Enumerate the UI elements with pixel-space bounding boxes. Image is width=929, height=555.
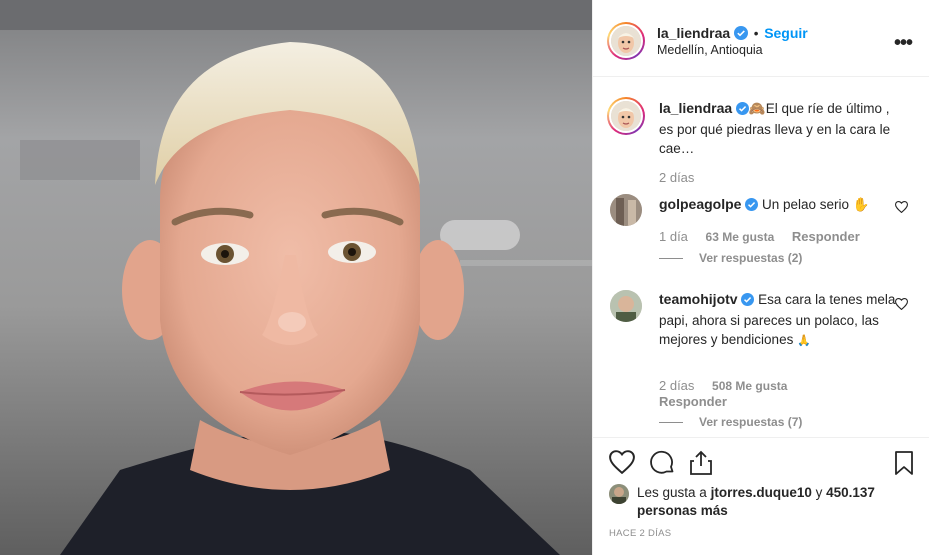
caption-text-block: la_liendraa 🙈El que ríe de último , es p… — [659, 99, 905, 158]
comment-reply-button[interactable]: Responder — [659, 394, 727, 409]
comment-meta: 2 días 508 Me gusta Responder — [659, 378, 869, 410]
comment-avatar[interactable] — [610, 290, 642, 322]
verified-icon — [741, 292, 755, 311]
heart-icon[interactable] — [609, 450, 635, 477]
replies-divider — [659, 258, 683, 260]
comment-emoji: 🙏 — [797, 335, 811, 347]
comment-avatar[interactable] — [610, 194, 642, 226]
share-icon[interactable] — [689, 450, 713, 479]
comment-like-icon[interactable] — [894, 298, 909, 313]
post-timestamp[interactable]: HACE 2 DÍAS — [609, 528, 671, 539]
verified-icon — [733, 26, 748, 43]
comment-time[interactable]: 2 días — [659, 378, 694, 393]
replies-divider — [659, 422, 683, 424]
comment-like-icon[interactable] — [894, 201, 909, 216]
caption-emoji: 🙈 — [748, 101, 766, 116]
likes-summary: Les gusta a jtorres.duque10 y 450.137 pe… — [637, 484, 897, 520]
portrait-image — [0, 0, 592, 555]
likes-conj: y — [815, 485, 823, 500]
comment-text-block: teamohijotv Esa cara la tenes mela papi,… — [659, 290, 905, 351]
view-replies-button[interactable]: Ver respuestas (2) — [659, 251, 802, 265]
comment-reply-button[interactable]: Responder — [792, 229, 860, 244]
author-username[interactable]: la_liendraa — [657, 25, 730, 41]
caption-time[interactable]: 2 días — [659, 170, 694, 185]
comment-likes[interactable]: 63 Me gusta — [706, 230, 775, 244]
avatar-cartoon-icon — [611, 101, 641, 131]
avatar-photo-icon — [609, 484, 629, 504]
author-avatar[interactable] — [607, 22, 645, 60]
header-separator: • — [753, 26, 759, 41]
likes-user[interactable]: jtorres.duque10 — [711, 485, 812, 500]
bookmark-icon[interactable] — [894, 450, 914, 479]
caption-username[interactable]: la_liendraa — [659, 100, 732, 116]
post-actions: Les gusta a jtorres.duque10 y 450.137 pe… — [593, 437, 929, 555]
comment-meta: 1 día 63 Me gusta Responder — [659, 229, 860, 244]
comment-text-block: golpeagolpe Un pelao serio ✋ — [659, 195, 905, 216]
avatar-cartoon-icon — [611, 26, 641, 56]
comment-emoji: ✋ — [852, 197, 870, 212]
comment-time[interactable]: 1 día — [659, 229, 688, 244]
more-options-icon[interactable]: ••• — [894, 32, 913, 55]
comments-list: la_liendraa 🙈El que ríe de último , es p… — [593, 78, 929, 437]
comment-text: Un pelao serio — [761, 197, 850, 212]
follow-button[interactable]: Seguir — [764, 25, 808, 41]
comment-icon[interactable] — [649, 450, 675, 479]
view-replies-label: Ver respuestas (7) — [699, 415, 803, 429]
comment-username[interactable]: golpeagolpe — [659, 196, 741, 212]
view-replies-label: Ver respuestas (2) — [699, 251, 803, 265]
view-replies-button[interactable]: Ver respuestas (7) — [659, 415, 802, 429]
comment-username[interactable]: teamohijotv — [659, 291, 738, 307]
avatar-photo-icon — [610, 290, 642, 322]
liker-avatar[interactable] — [609, 484, 629, 504]
post-photo[interactable] — [0, 0, 592, 555]
avatar-photo-icon — [610, 194, 642, 226]
verified-icon — [745, 197, 759, 216]
post-header: la_liendraa • Seguir Medellín, Antioquia… — [593, 4, 929, 77]
comment-likes[interactable]: 508 Me gusta — [712, 379, 787, 393]
post-sidebar: la_liendraa • Seguir Medellín, Antioquia… — [592, 0, 929, 555]
likes-prefix: Les gusta a — [637, 485, 707, 500]
caption-avatar[interactable] — [607, 97, 645, 135]
post-location[interactable]: Medellín, Antioquia — [657, 43, 763, 57]
verified-icon — [735, 101, 749, 120]
